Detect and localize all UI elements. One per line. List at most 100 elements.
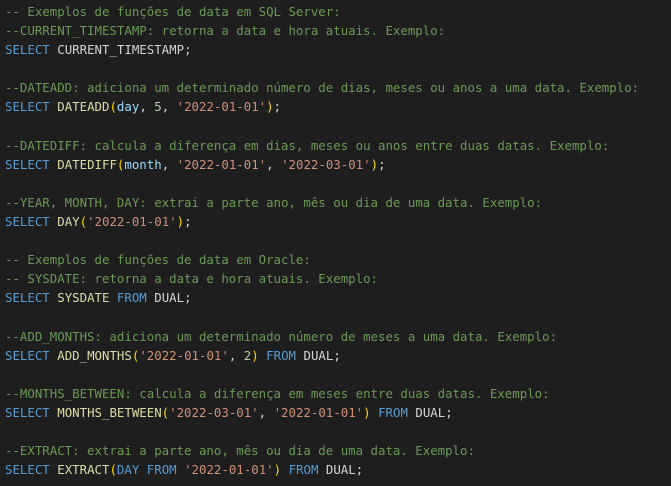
code-token-function: SYSDATE [57, 290, 110, 306]
code-token-bracket: ) [370, 156, 379, 172]
code-token-plain: ; [184, 42, 192, 58]
code-token-plain: DUAL [325, 462, 356, 478]
code-token-keyword: FROM [378, 404, 408, 420]
code-token-comment: --MONTHS_BETWEEN: calcula a diferença em… [5, 385, 550, 401]
code-token-function: EXTRACT [57, 462, 110, 478]
code-token-bracket: ) [176, 214, 185, 230]
code-token-string: '2022-01-01' [87, 214, 177, 230]
code-line[interactable]: SELECT MONTHS_BETWEEN('2022-03-01', '202… [5, 403, 671, 422]
code-token-keyword: SELECT [5, 42, 50, 58]
code-token-keyword: FROM [116, 290, 147, 306]
code-token-plain: DUAL [415, 404, 446, 420]
code-token-string: '2022-03-01' [281, 156, 371, 172]
code-token-string: '2022-01-01' [273, 404, 364, 420]
code-token-bracket: ) [273, 462, 282, 478]
code-token-plain: DUAL [303, 347, 334, 363]
code-token-plain: DUAL [154, 290, 185, 306]
code-token-comment: --DATEDIFF: calcula a diferença em dias,… [5, 137, 610, 153]
code-line[interactable]: SELECT ADD_MONTHS('2022-01-01', 2) FROM … [5, 346, 671, 365]
code-line[interactable]: SELECT DATEDIFF(month, '2022-01-01', '20… [5, 155, 671, 174]
code-line[interactable]: --DATEADD: adiciona um determinado númer… [5, 78, 671, 97]
code-token-plain: , [161, 156, 177, 172]
code-line[interactable]: ​ [5, 59, 671, 78]
code-line[interactable]: -- Exemplos de funções de data em SQL Se… [5, 2, 671, 21]
code-token-plain: ; [184, 290, 192, 306]
code-token-keyword: SELECT [5, 290, 50, 306]
code-token-plain: , [161, 99, 177, 115]
code-token-comment: --EXTRACT: extrai a parte ano, mês ou di… [5, 443, 475, 459]
code-token-plain: ; [445, 404, 453, 420]
code-token-string: '2022-03-01' [169, 404, 259, 420]
code-editor[interactable]: -- Exemplos de funções de data em SQL Se… [0, 0, 671, 486]
code-token-keyword: SELECT [5, 214, 50, 230]
code-line[interactable]: -- Exemplos de funções de data em Oracle… [5, 250, 671, 269]
code-token-function: ADD_MONTHS [57, 347, 132, 363]
code-token-plain: ; [355, 462, 364, 478]
code-token-keyword: SELECT [5, 404, 50, 420]
code-token-keyword: SELECT [5, 462, 50, 478]
code-token-plain: , [228, 347, 244, 363]
code-token-plain: ; [184, 214, 192, 230]
code-token-bracket: ( [109, 99, 117, 115]
code-token-plain: , [258, 404, 274, 420]
code-line[interactable]: ​ [5, 365, 671, 384]
code-token-comment: --YEAR, MONTH, DAY: extrai a parte ano, … [5, 194, 543, 210]
code-line[interactable]: ​ [5, 308, 671, 327]
code-token-keyword: SELECT [5, 99, 50, 115]
code-line[interactable]: SELECT DATEADD(day, 5, '2022-01-01'); [5, 97, 671, 116]
code-token-keyword: FROM [266, 347, 297, 363]
code-token-plain: ; [273, 99, 282, 115]
code-token-plain: , [266, 156, 282, 172]
code-token-string: '2022-01-01' [176, 156, 267, 172]
code-token-keyword: SELECT [5, 347, 50, 363]
code-token-comment: -- SYSDATE: retorna a data e hora atuais… [5, 271, 378, 287]
code-token-keyword: FROM [146, 462, 177, 478]
code-line[interactable]: ​ [5, 117, 671, 136]
code-line[interactable]: SELECT SYSDATE FROM DUAL; [5, 288, 671, 307]
code-line[interactable]: ​ [5, 174, 671, 193]
code-token-function: DATEADD [57, 99, 110, 115]
code-token-bracket: ( [109, 462, 117, 478]
code-line[interactable]: --EXTRACT: extrai a parte ano, mês ou di… [5, 441, 671, 460]
code-token-plain: , [139, 99, 155, 115]
code-token-string: '2022-01-01' [184, 462, 274, 478]
code-token-plain: ; [378, 156, 386, 172]
code-token-comment: -- Exemplos de funções de data em Oracle… [5, 252, 311, 268]
code-token-function: DAY [57, 214, 80, 230]
code-token-bracket: ) [251, 347, 259, 363]
code-token-comment: --DATEADD: adiciona um determinado númer… [5, 80, 640, 96]
code-token-keyword: SELECT [5, 156, 50, 172]
code-token-number: 5 [154, 99, 162, 115]
code-token-keyword: DAY [116, 462, 140, 478]
code-line[interactable]: --DATEDIFF: calcula a diferença em dias,… [5, 136, 671, 155]
code-line[interactable]: --YEAR, MONTH, DAY: extrai a parte ano, … [5, 193, 671, 212]
code-line[interactable]: --MONTHS_BETWEEN: calcula a diferença em… [5, 384, 671, 403]
code-line[interactable]: ​ [5, 231, 671, 250]
code-token-bracket: ) [266, 99, 274, 115]
code-token-function: MONTHS_BETWEEN [57, 404, 162, 420]
code-line[interactable]: --CURRENT_TIMESTAMP: retorna a data e ho… [5, 21, 671, 40]
code-line[interactable]: SELECT EXTRACT(DAY FROM '2022-01-01') FR… [5, 460, 671, 479]
code-token-comment: -- Exemplos de funções de data em SQL Se… [5, 4, 341, 19]
code-token-keyword: FROM [288, 462, 319, 478]
code-line[interactable]: SELECT DAY('2022-01-01'); [5, 212, 671, 231]
code-line[interactable]: ​ [5, 422, 671, 441]
code-line[interactable]: -- SYSDATE: retorna a data e hora atuais… [5, 269, 671, 288]
code-token-plain: CURRENT_TIMESTAMP [57, 42, 185, 58]
code-token-comment: --CURRENT_TIMESTAMP: retorna a data e ho… [5, 23, 446, 39]
code-token-identifier: month [124, 156, 162, 172]
code-token-identifier: day [116, 99, 140, 115]
code-token-bracket: ( [79, 214, 88, 230]
code-token-string: '2022-01-01' [176, 99, 267, 115]
code-line[interactable]: --ADD_MONTHS: adiciona um determinado nú… [5, 327, 671, 346]
code-token-plain: ; [333, 347, 341, 363]
code-token-string: '2022-01-01' [139, 347, 229, 363]
code-line[interactable]: SELECT CURRENT_TIMESTAMP; [5, 40, 671, 59]
code-token-comment: --ADD_MONTHS: adiciona um determinado nú… [5, 328, 558, 344]
